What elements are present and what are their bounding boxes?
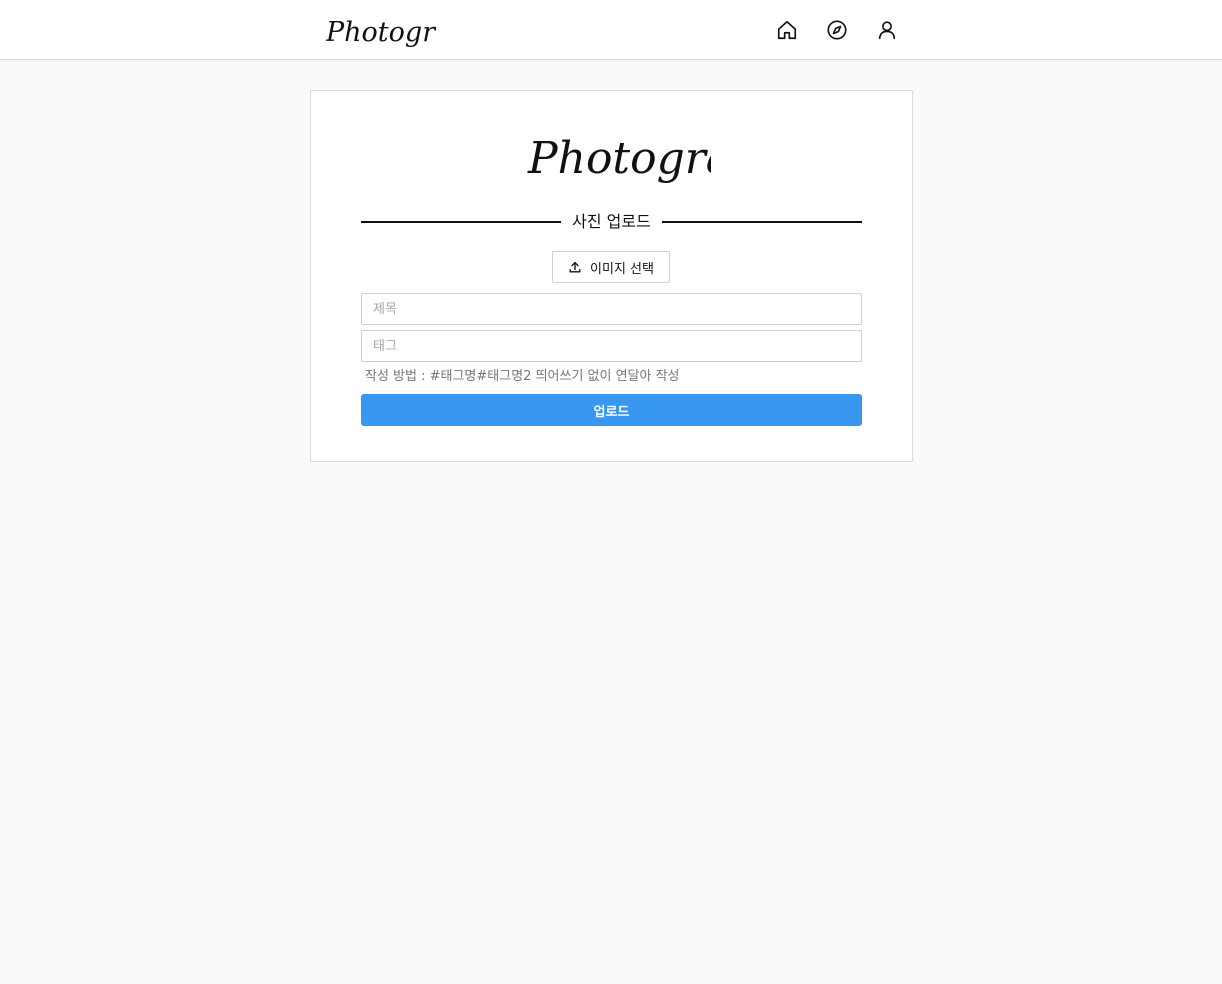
logo-large-text: Photogram [527, 133, 711, 184]
tags-hint-text: 작성 방법 : #태그명#태그명2 띄어쓰기 없이 연달아 작성 [365, 369, 680, 384]
section-title-divider: 사진 업로드 [361, 209, 862, 235]
tags-input[interactable] [361, 330, 862, 362]
select-image-label: 이미지 선택 [590, 261, 654, 277]
upload-button[interactable]: 업로드 [361, 394, 862, 426]
upload-card: Photogram 사진 업로드 이미지 선택 작성 방법 : #태그명#태그명… [310, 90, 913, 462]
select-image-button[interactable]: 이미지 선택 [552, 251, 670, 283]
user-icon[interactable] [874, 17, 900, 43]
section-title: 사진 업로드 [572, 212, 651, 231]
upload-icon [568, 260, 582, 274]
divider-line-right [662, 221, 862, 223]
divider-line-left [361, 221, 561, 223]
photogram-logo-large: Photogram [527, 133, 711, 184]
photogram-logo[interactable]: Photogram [326, 10, 436, 54]
logo-text: Photogram [326, 17, 436, 48]
compass-icon[interactable] [824, 17, 850, 43]
top-nav-bar: Photogram [0, 0, 1222, 60]
title-input[interactable] [361, 293, 862, 325]
home-icon[interactable] [774, 17, 800, 43]
